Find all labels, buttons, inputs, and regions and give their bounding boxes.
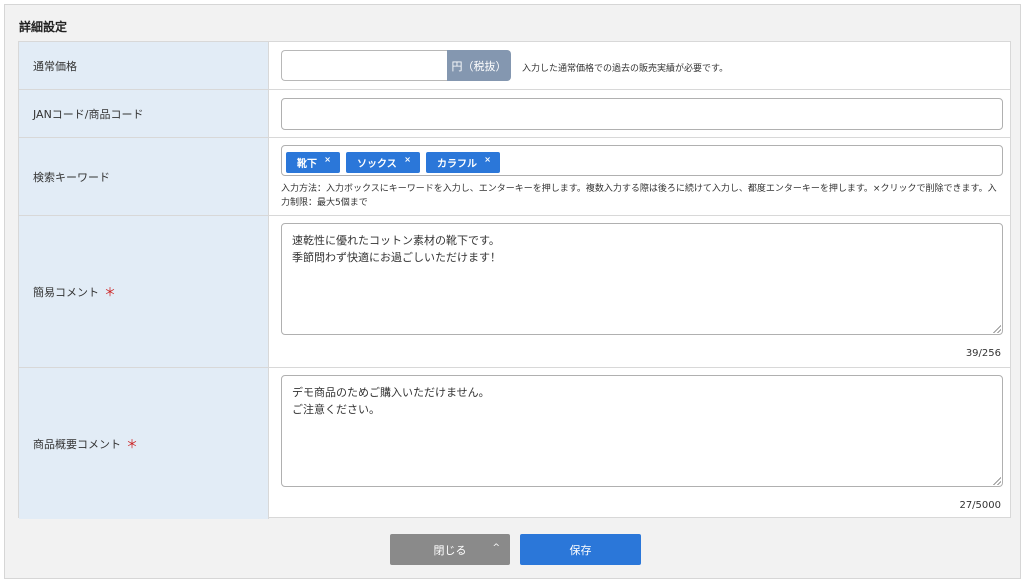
price-label-text: 通常価格 [33, 59, 77, 73]
chevron-up-icon: ^ [492, 543, 500, 553]
jan-value-cell [270, 90, 1010, 137]
required-mark: ＊ [104, 285, 117, 299]
resize-grip-icon[interactable] [993, 477, 1001, 485]
keywords-label-text: 検索キーワード [33, 170, 110, 184]
price-row: 通常価格 円（税抜） 入力した通常価格での過去の販売実績が必要です。 [19, 42, 1010, 90]
textarea-line: デモ商品のためご購入いただけません。 [292, 386, 490, 399]
keyword-tag: 靴下 × [286, 152, 340, 173]
summary-comment-row: 商品概要コメント ＊ デモ商品のためご購入いただけません。 ご注意ください。 2… [19, 368, 1010, 519]
jan-input[interactable] [281, 98, 1003, 130]
textarea-line: 季節問わず快適にお過ごしいただけます！ [292, 251, 501, 264]
keywords-help-text: 入力方法：入力ボックスにキーワードを入力し、エンターキーを押します。複数入力する… [281, 184, 997, 208]
short-comment-counter: 39/256 [965, 348, 1001, 359]
short-comment-textarea[interactable]: 速乾性に優れたコットン素材の靴下です。 季節問わず快適にお過ごしいただけます！ [281, 223, 1003, 335]
short-comment-row: 簡易コメント ＊ 速乾性に優れたコットン素材の靴下です。 季節問わず快適にお過ご… [19, 216, 1010, 368]
short-comment-label: 簡易コメント ＊ [19, 216, 269, 367]
resize-grip-icon[interactable] [993, 325, 1001, 333]
jan-label: JANコード/商品コード [19, 90, 269, 137]
keyword-tag-input[interactable]: 靴下 × ソックス × カラフル × [281, 145, 1003, 176]
detail-settings-panel: 詳細設定 通常価格 円（税抜） 入力した通常価格での過去の販売実績が必要です。 … [4, 4, 1021, 579]
close-button[interactable]: 閉じる ^ [390, 534, 510, 565]
tag-remove-icon[interactable]: × [404, 155, 411, 164]
keyword-tag-label: カラフル [437, 159, 477, 170]
tag-remove-icon[interactable]: × [484, 155, 491, 164]
keywords-row: 検索キーワード 靴下 × ソックス × カラフル × 入力方法：入力ボックスにキ… [19, 138, 1010, 216]
textarea-line: ご注意ください。 [292, 403, 380, 416]
close-button-label: 閉じる [433, 543, 467, 557]
summary-comment-label-text: 商品概要コメント [33, 437, 121, 451]
keyword-tag-label: ソックス [357, 159, 397, 170]
short-comment-value-cell: 速乾性に優れたコットン素材の靴下です。 季節問わず快適にお過ごしいただけます！ … [270, 216, 1010, 367]
save-button[interactable]: 保存 [520, 534, 641, 565]
required-mark: ＊ [126, 437, 139, 451]
summary-comment-label: 商品概要コメント ＊ [19, 368, 269, 519]
keywords-value-cell: 靴下 × ソックス × カラフル × 入力方法：入力ボックスにキーワードを入力し… [270, 138, 1010, 215]
detail-settings-form: 通常価格 円（税抜） 入力した通常価格での過去の販売実績が必要です。 JANコー… [18, 41, 1011, 519]
short-comment-label-text: 簡易コメント [33, 285, 99, 299]
keyword-tag: カラフル × [426, 152, 500, 173]
tag-remove-icon[interactable]: × [324, 155, 331, 164]
price-input[interactable] [281, 50, 447, 81]
price-unit-addon: 円（税抜） [447, 50, 511, 81]
keyword-tag-label: 靴下 [297, 159, 317, 170]
keywords-label: 検索キーワード [19, 138, 269, 215]
summary-comment-value-cell: デモ商品のためご購入いただけません。 ご注意ください。 27/5000 [270, 368, 1010, 519]
textarea-line: 速乾性に優れたコットン素材の靴下です。 [292, 234, 500, 247]
jan-row: JANコード/商品コード [19, 90, 1010, 138]
jan-label-text: JANコード/商品コード [33, 107, 144, 121]
summary-comment-counter: 27/5000 [959, 500, 1001, 511]
summary-comment-textarea[interactable]: デモ商品のためご購入いただけません。 ご注意ください。 [281, 375, 1003, 487]
section-title: 詳細設定 [19, 20, 68, 34]
price-value-cell: 円（税抜） 入力した通常価格での過去の販売実績が必要です。 [270, 42, 1010, 89]
keyword-tag: ソックス × [346, 152, 420, 173]
price-label: 通常価格 [19, 42, 269, 89]
price-note: 入力した通常価格での過去の販売実績が必要です。 [522, 64, 729, 74]
